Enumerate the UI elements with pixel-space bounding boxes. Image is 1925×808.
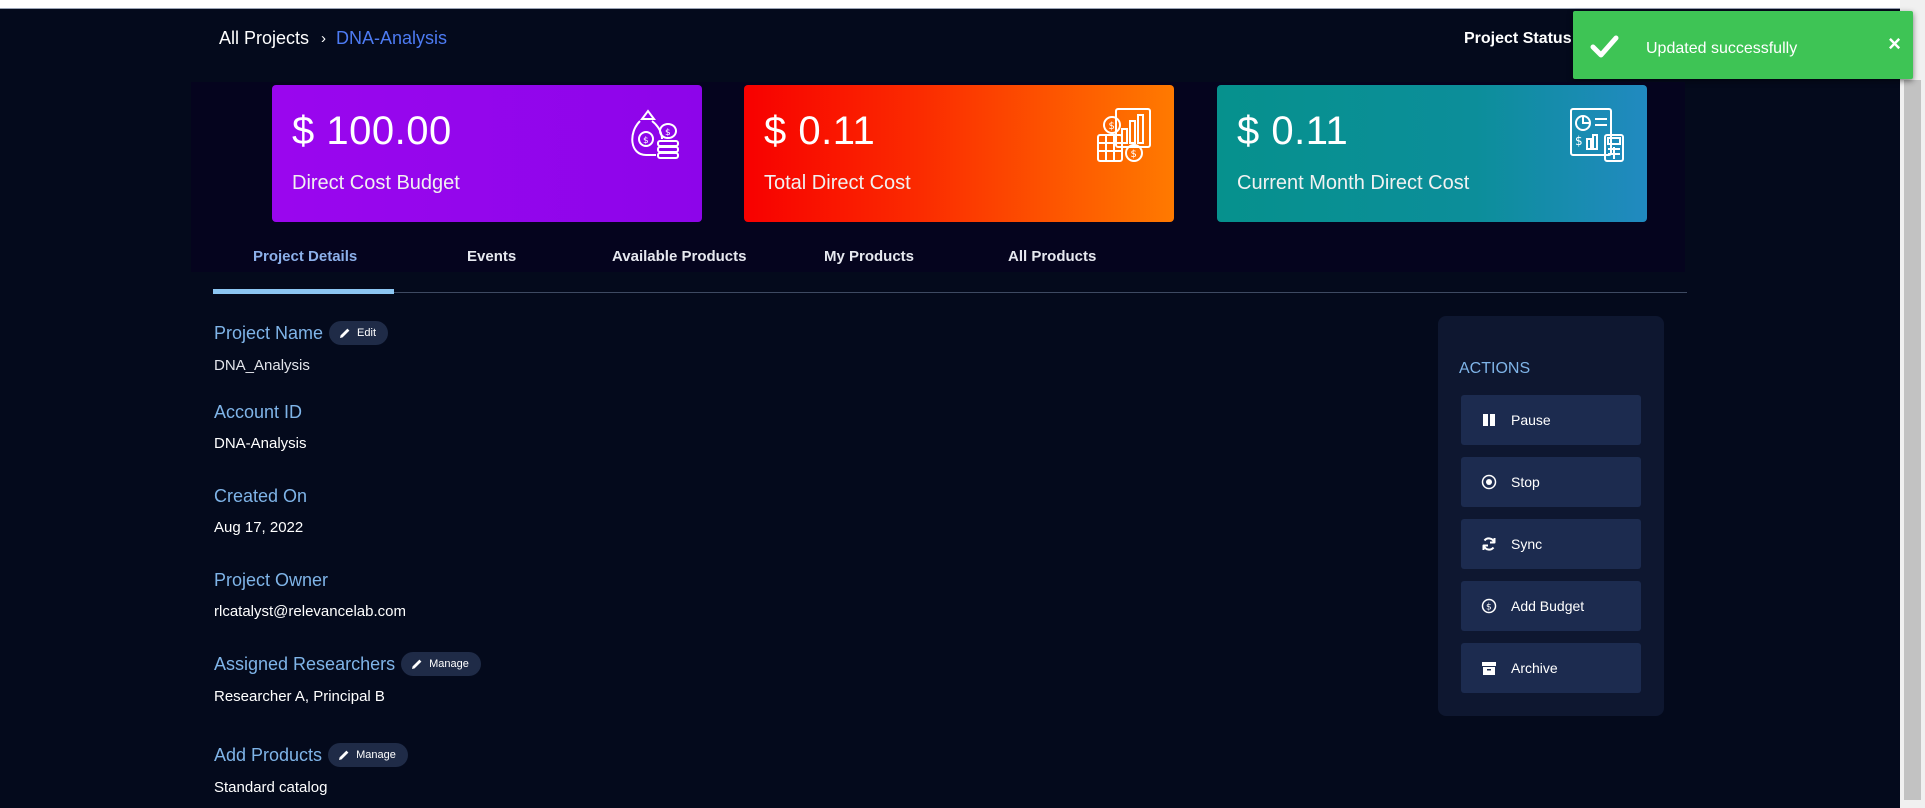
tab-project-details[interactable]: Project Details (253, 248, 357, 265)
svg-text:$: $ (1486, 603, 1492, 613)
project-owner-label: Project Owner (214, 570, 329, 590)
stop-icon (1481, 474, 1497, 490)
sync-label: Sync (1511, 536, 1543, 552)
direct-cost-budget-card: $ 100.00 Direct Cost Budget $ $ (272, 85, 702, 222)
card-label: Current Month Direct Cost (1237, 172, 1470, 194)
pause-label: Pause (1511, 412, 1551, 428)
tab-my-products[interactable]: My Products (824, 248, 914, 265)
manage-researchers-button[interactable]: Manage (401, 652, 481, 676)
cost-report-icon: $ $ (1097, 108, 1151, 162)
pause-icon (1483, 414, 1495, 426)
toast-close-button[interactable]: × (1888, 33, 1901, 55)
add-products-label: Add Products (214, 744, 323, 765)
pencil-icon (340, 328, 350, 338)
field-add-products: Add Products Manage Standard catalog (214, 743, 408, 796)
toast-message: Updated successfully (1646, 40, 1798, 57)
svg-text:$: $ (665, 128, 671, 138)
field-created-on: Created On Aug 17, 2022 (214, 486, 307, 536)
card-label: Direct Cost Budget (292, 172, 460, 194)
project-name-label: Project Name (214, 322, 324, 343)
breadcrumb-current-project[interactable]: DNA-Analysis (336, 28, 447, 49)
tab-events[interactable]: Events (467, 248, 516, 265)
field-project-owner: Project Owner rlcatalyst@relevancelab.co… (214, 570, 406, 620)
archive-icon (1482, 662, 1496, 675)
success-toast: Updated successfully × (1573, 11, 1913, 79)
manage-button-label: Manage (429, 658, 469, 670)
breadcrumb-all-projects[interactable]: All Projects (219, 28, 309, 49)
check-icon (1590, 35, 1619, 58)
project-owner-value: rlcatalyst@relevancelab.com (214, 603, 406, 620)
add-budget-button[interactable]: $ Add Budget (1461, 581, 1641, 631)
account-id-value: DNA-Analysis (214, 435, 307, 452)
assigned-researchers-value: Researcher A, Principal B (214, 688, 385, 705)
edit-button-label: Edit (357, 327, 377, 339)
add-products-value: Standard catalog (214, 779, 328, 796)
money-bag-icon: $ $ (631, 109, 679, 159)
stop-label: Stop (1511, 474, 1540, 490)
archive-label: Archive (1511, 660, 1558, 676)
manage-button-label: Manage (356, 749, 396, 761)
field-assigned-researchers: Assigned Researchers Manage Researcher A… (214, 652, 481, 705)
archive-button[interactable]: Archive (1461, 643, 1641, 693)
svg-text:$: $ (1575, 134, 1583, 148)
project-status-label: Project Status : (1464, 30, 1582, 47)
chevron-right-icon: › (321, 30, 327, 47)
breadcrumb: All Projects › DNA-Analysis (219, 28, 447, 49)
manage-products-button[interactable]: Manage (328, 743, 408, 767)
created-on-value: Aug 17, 2022 (214, 519, 304, 536)
scrollbar-thumb[interactable] (1904, 80, 1921, 800)
add-budget-label: Add Budget (1511, 598, 1585, 614)
pencil-icon (339, 750, 349, 760)
total-direct-cost-card: $ 0.11 Total Direct Cost $ $ (744, 85, 1174, 222)
sync-button[interactable]: Sync (1461, 519, 1641, 569)
svg-text:$: $ (1109, 121, 1115, 132)
pause-button[interactable]: Pause (1461, 395, 1641, 445)
current-month-direct-cost-card: $ 0.11 Current Month Direct Cost $ (1217, 85, 1647, 222)
svg-text:$: $ (643, 136, 649, 146)
actions-panel: ACTIONS Pause Stop Sync $ Add Budget Arc… (1438, 316, 1664, 716)
actions-title: ACTIONS (1459, 360, 1531, 377)
monthly-report-icon: $ (1570, 108, 1624, 162)
field-project-name: Project Name Edit DNA_Analysis (214, 321, 389, 374)
project-name-value: DNA_Analysis (214, 357, 310, 374)
project-tabs: Project Details Events Available Product… (213, 240, 1687, 294)
tab-available-products[interactable]: Available Products (612, 248, 747, 265)
tab-all-products[interactable]: All Products (1008, 248, 1096, 265)
created-on-label: Created On (214, 486, 308, 506)
account-id-label: Account ID (214, 402, 303, 422)
stop-button[interactable]: Stop (1461, 457, 1641, 507)
browser-top-bar (0, 0, 1900, 9)
field-account-id: Account ID DNA-Analysis (214, 402, 307, 452)
pencil-icon (412, 659, 422, 669)
sync-icon (1482, 537, 1496, 551)
active-tab-indicator (213, 289, 394, 294)
assigned-researchers-label: Assigned Researchers (214, 653, 396, 674)
page-scrollbar[interactable] (1900, 0, 1925, 808)
dollar-circle-icon: $ (1481, 598, 1497, 614)
edit-project-name-button[interactable]: Edit (329, 321, 389, 345)
svg-text:$: $ (1131, 149, 1137, 160)
card-label: Total Direct Cost (764, 172, 911, 194)
